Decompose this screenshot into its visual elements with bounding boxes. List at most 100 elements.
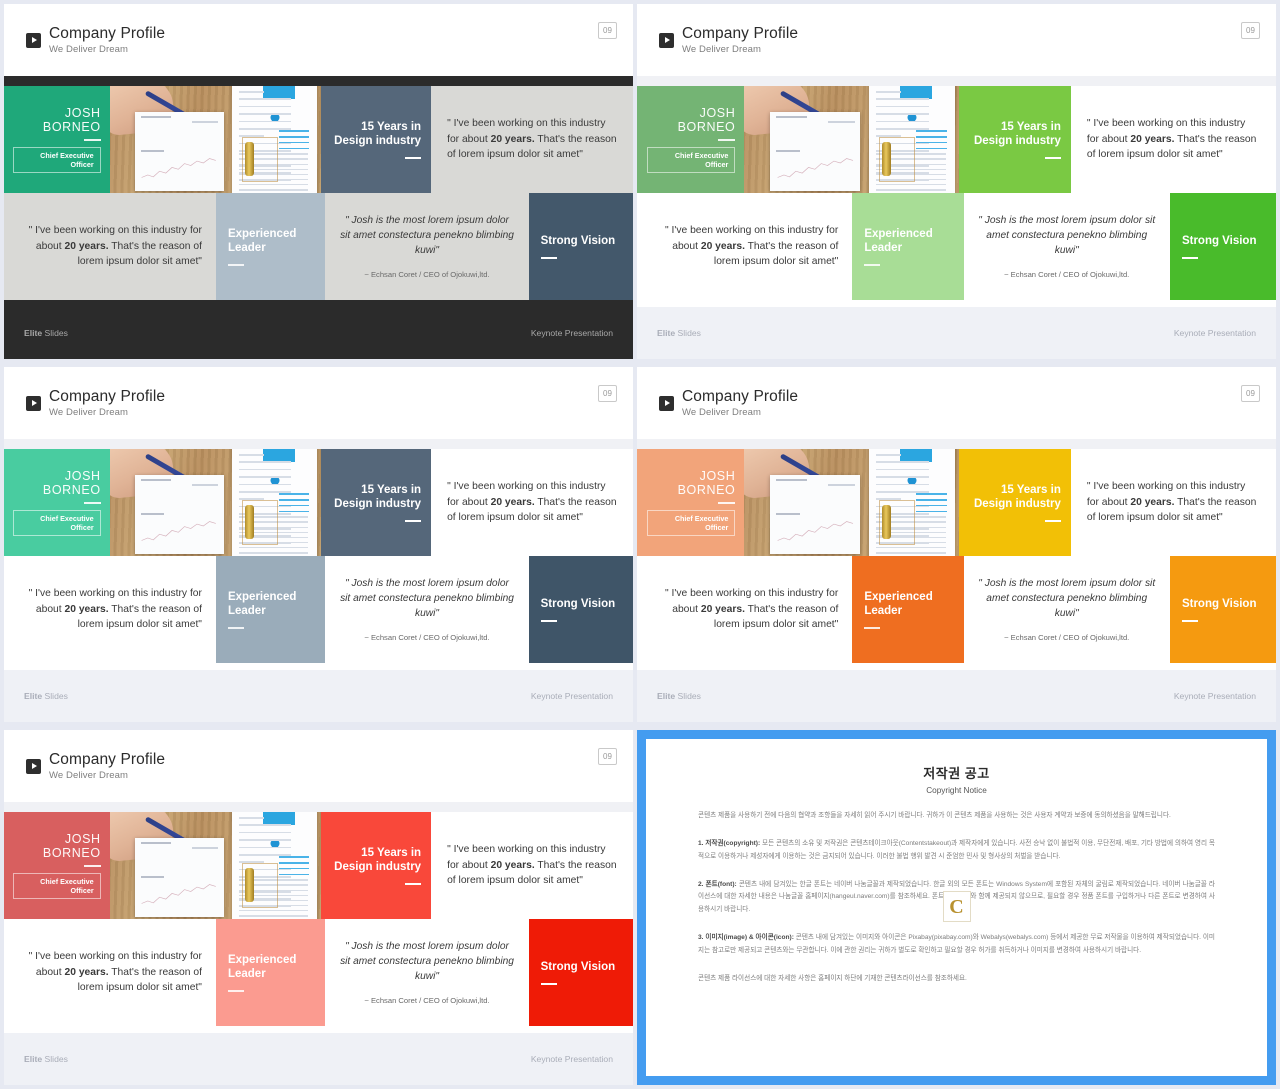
years-block[interactable]: 15 Years in Design industry [321, 86, 432, 193]
slide-card[interactable]: Company Profile We Deliver Dream 09 JOSH BOR… [637, 4, 1276, 359]
years-title: 15 Years in Design industry [973, 120, 1061, 147]
paperclip-icon [244, 141, 254, 176]
line-chart [776, 156, 855, 181]
footer-brand-rest: Slides [42, 1054, 68, 1064]
profile-role-badge: Chief Executive Officer [647, 510, 736, 536]
quote-block-top[interactable]: " I've been working on this industry for… [1070, 449, 1276, 556]
quote-block-top[interactable]: " I've been working on this industry for… [431, 86, 633, 193]
quote-block-bottom[interactable]: " I've been working on this industry for… [4, 919, 216, 1026]
photo-block[interactable] [744, 449, 960, 556]
testimonial-block[interactable]: " Josh is the most lorem ipsum dolor sit… [963, 193, 1170, 300]
quote-bold: 20 years. [1130, 496, 1175, 508]
photo-block[interactable] [744, 86, 960, 193]
testimonial-block[interactable]: " Josh is the most lorem ipsum dolor sit… [963, 556, 1170, 663]
testimonial-block[interactable]: " Josh is the most lorem ipsum dolor sit… [325, 919, 529, 1026]
name-rule [718, 139, 736, 141]
slide-card[interactable]: Company Profile We Deliver Dream 09 JOSH BOR… [637, 367, 1276, 722]
quote-block-bottom[interactable]: " I've been working on this industry for… [4, 193, 216, 300]
strong-vision-block[interactable]: Strong Vision [528, 193, 633, 300]
copyright-para-1: 1. 저작권(copyright): 모든 콘텐츠의 소유 및 저작권은 콘텐츠… [698, 838, 1215, 864]
strong-vision-title: Strong Vision [540, 234, 616, 247]
years-block[interactable]: 15 Years in Design industry [321, 449, 432, 556]
profile-name-block[interactable]: JOSH BORNEO Chief Executive Officer [637, 449, 745, 556]
copyright-heading-en: Copyright Notice [926, 786, 987, 795]
experienced-leader-title: Experienced Leader [864, 227, 933, 254]
desk-photo [109, 812, 322, 919]
experienced-leader-title: Experienced Leader [227, 590, 297, 617]
years-title: 15 Years in Design industry [334, 483, 422, 510]
grid-cell: Company Profile We Deliver Dream 09 JOSH BOR… [0, 726, 637, 1089]
profile-role-badge: Chief Executive Officer [13, 873, 101, 899]
profile-first-name: JOSH [699, 106, 736, 120]
desk-photo [109, 449, 322, 556]
photo-block[interactable] [109, 449, 322, 556]
slides-grid: Company Profile We Deliver Dream 09 JOSH BOR… [0, 0, 1280, 1089]
strong-vision-block[interactable]: Strong Vision [1169, 193, 1276, 300]
copyright-para-1-body: 모든 콘텐츠의 소유 및 저작권은 콘텐츠테이크아웃(Contentstakeo… [698, 839, 1215, 860]
years-rule [1044, 157, 1061, 160]
years-block[interactable]: 15 Years in Design industry [321, 812, 432, 919]
testimonial-block[interactable]: " Josh is the most lorem ipsum dolor sit… [325, 556, 529, 663]
copyright-para-3: 3. 이미지(image) & 아이콘(icon): 콘텐츠 내에 담겨있는 이… [698, 932, 1215, 958]
years-block[interactable]: 15 Years in Design industry [959, 449, 1071, 556]
grid-cell: Company Profile We Deliver Dream 09 JOSH BOR… [637, 0, 1280, 363]
quote-block-top[interactable]: " I've been working on this industry for… [431, 812, 633, 919]
years-rule [1044, 520, 1061, 523]
top-row: JOSH BORNEO Chief Executive Officer 15 Year… [637, 449, 1276, 556]
years-block[interactable]: 15 Years in Design industry [959, 86, 1071, 193]
quote-block-top[interactable]: " I've been working on this industry for… [431, 449, 633, 556]
quote-text-bottom: " I've been working on this industry for… [18, 949, 202, 995]
line-chart [140, 156, 218, 181]
slide-card[interactable]: Company Profile We Deliver Dream 09 JOSH BOR… [4, 367, 633, 722]
chart-document [135, 837, 224, 917]
bar-chart [777, 126, 853, 147]
strong-vision-block[interactable]: Strong Vision [1169, 556, 1276, 663]
profile-role-badge: Chief Executive Officer [13, 147, 101, 173]
slide-footer: Elite Slides Keynote Presentation [4, 670, 633, 722]
header-divider [4, 802, 633, 812]
top-row: JOSH BORNEO Chief Executive Officer 15 Year… [4, 86, 633, 193]
quote-block-bottom[interactable]: " I've been working on this industry for… [637, 556, 853, 663]
quote-text-bottom: " I've been working on this industry for… [651, 223, 838, 269]
slide-footer: Elite Slides Keynote Presentation [4, 1033, 633, 1085]
experienced-leader-block[interactable]: Experienced Leader [215, 919, 326, 1026]
profile-name-block[interactable]: JOSH BORNEO Chief Executive Officer [4, 812, 110, 919]
quote-block-bottom[interactable]: " I've been working on this industry for… [4, 556, 216, 663]
experienced-rule [227, 627, 244, 630]
slide-header: Company Profile We Deliver Dream 09 [4, 4, 633, 76]
testimonial-block[interactable]: " Josh is the most lorem ipsum dolor sit… [325, 193, 529, 300]
profile-name-block[interactable]: JOSH BORNEO Chief Executive Officer [4, 449, 110, 556]
experienced-rule [227, 264, 244, 267]
page-subtitle: We Deliver Dream [682, 44, 762, 56]
experienced-leader-block[interactable]: Experienced Leader [215, 193, 326, 300]
paperclip-icon [881, 504, 891, 539]
photo-block[interactable] [109, 812, 322, 919]
slide-header: Company Profile We Deliver Dream 09 [637, 367, 1276, 439]
copyright-outro: 콘텐츠 제품 라이선스에 대한 자세한 사항은 홈페이지 하단에 기재한 콘텐츠… [698, 974, 967, 982]
profile-name-block[interactable]: JOSH BORNEO Chief Executive Officer [637, 86, 745, 193]
header-divider [637, 76, 1276, 86]
quote-block-bottom[interactable]: " I've been working on this industry for… [637, 193, 853, 300]
page-subtitle: We Deliver Dream [682, 407, 762, 419]
slide-body: JOSH BORNEO Chief Executive Officer 15 Year… [4, 449, 633, 670]
play-icon [659, 32, 674, 48]
footer-brand-bold: Elite [24, 328, 43, 338]
page-number-badge: 09 [1241, 22, 1260, 39]
experienced-leader-block[interactable]: Experienced Leader [852, 193, 964, 300]
slide-card[interactable]: Company Profile We Deliver Dream 09 JOSH BOR… [4, 730, 633, 1085]
quote-block-top[interactable]: " I've been working on this industry for… [1070, 86, 1276, 193]
years-title: 15 Years in Design industry [973, 483, 1061, 510]
strong-vision-block[interactable]: Strong Vision [528, 919, 633, 1026]
logo-letter: C [949, 895, 964, 918]
line-chart [140, 519, 218, 544]
strong-vision-block[interactable]: Strong Vision [528, 556, 633, 663]
profile-name-block[interactable]: JOSH BORNEO Chief Executive Officer [4, 86, 110, 193]
quote-text-top: " I've been working on this industry for… [447, 842, 617, 888]
photo-block[interactable] [109, 86, 322, 193]
experienced-leader-block[interactable]: Experienced Leader [215, 556, 326, 663]
paperclip-icon [244, 504, 254, 539]
header-divider [4, 76, 633, 86]
experienced-leader-block[interactable]: Experienced Leader [852, 556, 964, 663]
slide-card[interactable]: Company Profile We Deliver Dream 09 JOSH BOR… [4, 4, 633, 359]
testimonial-text: " Josh is the most lorem ipsum dolor sit… [978, 215, 1156, 256]
